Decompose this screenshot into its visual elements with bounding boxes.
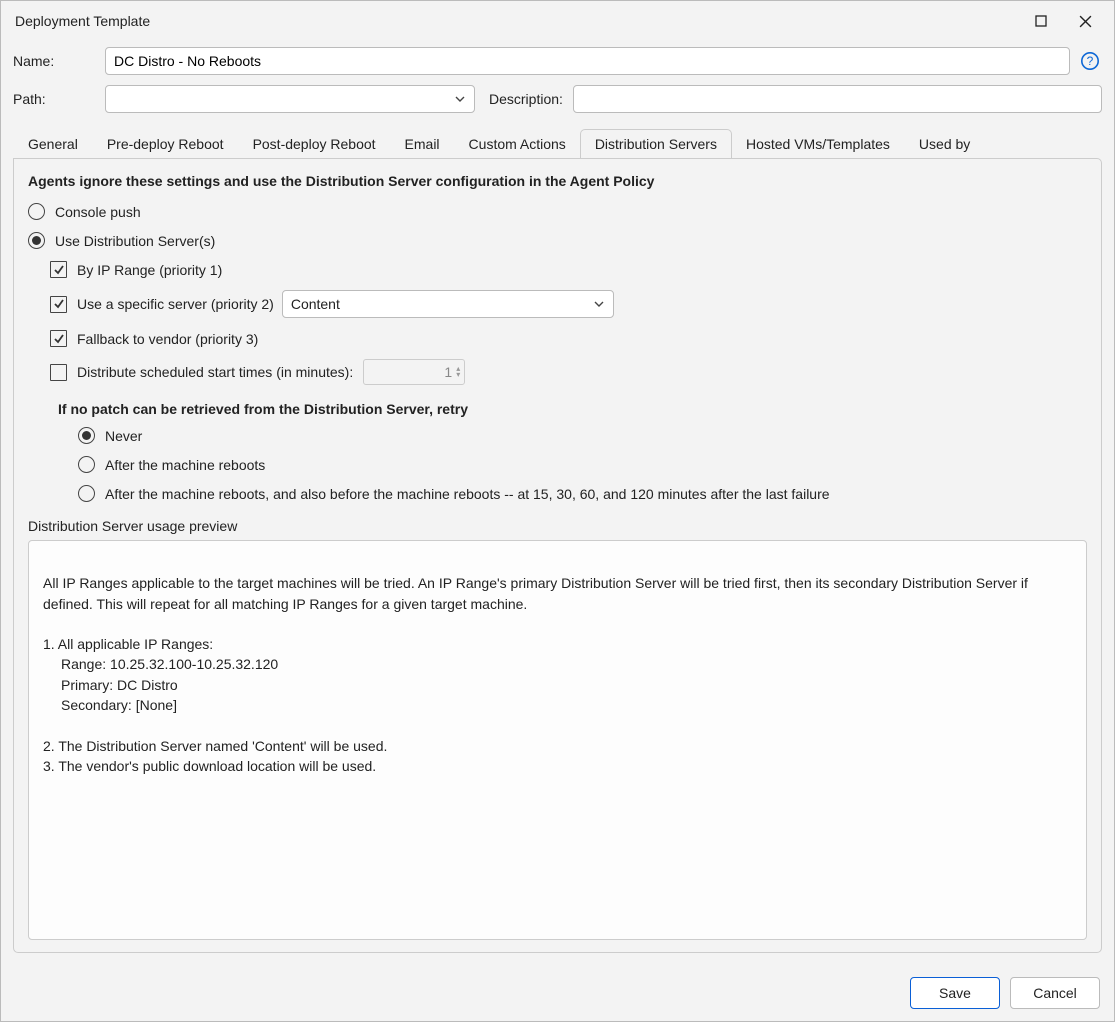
content-area: Name: ? Path: Description: General Pre-d… xyxy=(1,37,1114,965)
svg-text:?: ? xyxy=(1087,54,1094,68)
tab-predeploy-reboot[interactable]: Pre-deploy Reboot xyxy=(92,129,239,158)
retry-after-reboot-long-row[interactable]: After the machine reboots, and also befo… xyxy=(78,485,1087,502)
console-push-radio-row[interactable]: Console push xyxy=(28,203,1087,220)
retry-after-reboot-label: After the machine reboots xyxy=(105,457,265,473)
use-ds-radio-row[interactable]: Use Distribution Server(s) xyxy=(28,232,1087,249)
preview-item1-primary: Primary: DC Distro xyxy=(43,675,1072,695)
tab-email[interactable]: Email xyxy=(390,129,455,158)
specific-server-select[interactable]: Content xyxy=(282,290,614,318)
fallback-vendor-row[interactable]: Fallback to vendor (priority 3) xyxy=(50,330,1087,347)
chevron-down-icon xyxy=(593,298,605,310)
retry-heading: If no patch can be retrieved from the Di… xyxy=(58,401,1087,417)
preview-item2: 2. The Distribution Server named 'Conten… xyxy=(43,738,387,754)
maximize-button[interactable] xyxy=(1022,7,1060,35)
save-button[interactable]: Save xyxy=(910,977,1000,1009)
distribute-times-label: Distribute scheduled start times (in min… xyxy=(77,364,353,380)
name-row: Name: ? xyxy=(13,47,1102,75)
fallback-vendor-label: Fallback to vendor (priority 3) xyxy=(77,331,258,347)
by-ip-range-label: By IP Range (priority 1) xyxy=(77,262,222,278)
retry-never-label: Never xyxy=(105,428,142,444)
close-button[interactable] xyxy=(1066,7,1104,35)
path-label: Path: xyxy=(13,91,105,107)
preview-box: All IP Ranges applicable to the target m… xyxy=(28,540,1087,940)
retry-after-reboot-long-radio[interactable] xyxy=(78,485,95,502)
preview-item1-secondary: Secondary: [None] xyxy=(43,695,1072,715)
preview-item3: 3. The vendor's public download location… xyxy=(43,758,376,774)
tab-custom-actions[interactable]: Custom Actions xyxy=(454,129,581,158)
retry-after-reboot-long-label: After the machine reboots, and also befo… xyxy=(105,486,830,502)
preview-item1-range: Range: 10.25.32.100-10.25.32.120 xyxy=(43,654,1072,674)
footer: Save Cancel xyxy=(1,965,1114,1021)
retry-never-radio[interactable] xyxy=(78,427,95,444)
by-ip-range-checkbox[interactable] xyxy=(50,261,67,278)
agent-policy-note: Agents ignore these settings and use the… xyxy=(28,173,1087,189)
specific-server-value: Content xyxy=(291,296,340,312)
distribute-times-checkbox[interactable] xyxy=(50,364,67,381)
chevron-down-icon xyxy=(454,93,466,105)
spinner-arrows-icon[interactable]: ▴▾ xyxy=(456,366,460,378)
titlebar: Deployment Template xyxy=(1,1,1114,37)
console-push-radio[interactable] xyxy=(28,203,45,220)
use-ds-label: Use Distribution Server(s) xyxy=(55,233,215,249)
retry-after-reboot-row[interactable]: After the machine reboots xyxy=(78,456,1087,473)
tab-bar: General Pre-deploy Reboot Post-deploy Re… xyxy=(13,129,1102,158)
tab-hosted-vms[interactable]: Hosted VMs/Templates xyxy=(731,129,905,158)
specific-server-row: Use a specific server (priority 2) Conte… xyxy=(50,290,1087,318)
name-input[interactable] xyxy=(105,47,1070,75)
path-row: Path: Description: xyxy=(13,85,1102,113)
name-label: Name: xyxy=(13,53,105,69)
distribution-servers-panel: Agents ignore these settings and use the… xyxy=(13,158,1102,953)
path-select[interactable] xyxy=(105,85,475,113)
tab-used-by[interactable]: Used by xyxy=(904,129,985,158)
distribute-times-row: Distribute scheduled start times (in min… xyxy=(50,359,1087,385)
help-icon[interactable]: ? xyxy=(1078,49,1102,73)
tab-distribution-servers[interactable]: Distribution Servers xyxy=(580,129,732,158)
tab-postdeploy-reboot[interactable]: Post-deploy Reboot xyxy=(238,129,391,158)
retry-after-reboot-radio[interactable] xyxy=(78,456,95,473)
distribute-minutes-spinner[interactable]: 1 ▴▾ xyxy=(363,359,465,385)
description-input[interactable] xyxy=(573,85,1102,113)
window-title: Deployment Template xyxy=(15,13,150,29)
distribute-minutes-value: 1 xyxy=(372,364,456,380)
preview-intro: All IP Ranges applicable to the target m… xyxy=(43,575,1032,611)
tab-general[interactable]: General xyxy=(13,129,93,158)
specific-server-label: Use a specific server (priority 2) xyxy=(77,296,274,312)
by-ip-range-row[interactable]: By IP Range (priority 1) xyxy=(50,261,1087,278)
preview-label: Distribution Server usage preview xyxy=(28,518,1087,534)
description-label: Description: xyxy=(489,91,563,107)
window-controls xyxy=(1022,7,1104,35)
deployment-template-window: Deployment Template Name: ? Path: xyxy=(0,0,1115,1022)
console-push-label: Console push xyxy=(55,204,141,220)
cancel-button[interactable]: Cancel xyxy=(1010,977,1100,1009)
use-ds-radio[interactable] xyxy=(28,232,45,249)
preview-item1-header: 1. All applicable IP Ranges: xyxy=(43,636,213,652)
specific-server-checkbox[interactable] xyxy=(50,296,67,313)
retry-never-row[interactable]: Never xyxy=(78,427,1087,444)
fallback-vendor-checkbox[interactable] xyxy=(50,330,67,347)
